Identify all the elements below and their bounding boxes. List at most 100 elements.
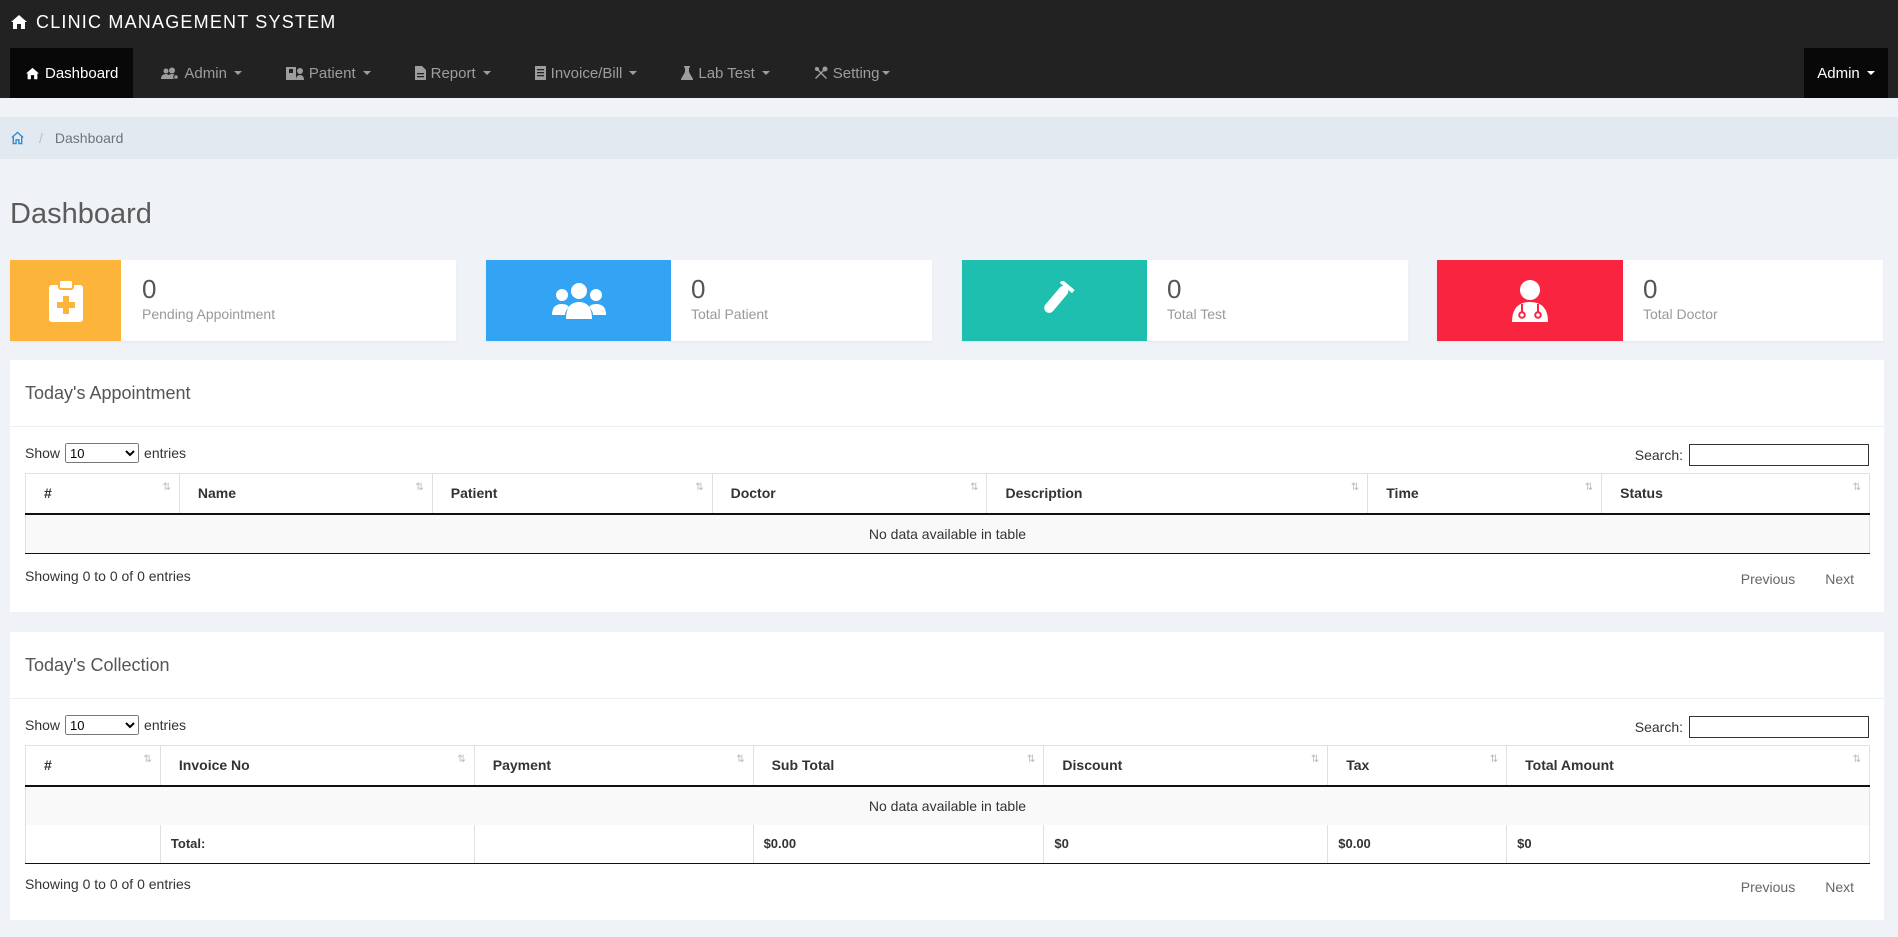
card-icon-box (1437, 260, 1623, 341)
appointments-page-size: Show 10 entries (25, 443, 186, 463)
main-nav: Dashboard Admin Patient Report Invoice/B… (10, 48, 916, 98)
sort-icon: ⇅ (1852, 482, 1861, 493)
nav-lab-test[interactable]: Lab Test (663, 48, 787, 98)
nav-invoice[interactable]: Invoice/Bill (517, 48, 656, 98)
tools-icon (814, 66, 828, 79)
nav-setting[interactable]: Setting (796, 48, 908, 98)
users-icon (551, 282, 606, 319)
appointments-title: Today's Appointment (25, 383, 191, 403)
previous-button[interactable]: Previous (1726, 879, 1810, 895)
search-label: Search: (1634, 719, 1683, 735)
breadcrumb-home[interactable] (10, 131, 25, 145)
user-menu-label: Admin (1817, 64, 1860, 82)
table-row: No data available in table (25, 785, 1870, 825)
column-header-tax[interactable]: Tax ⇅ (1327, 745, 1508, 787)
nav-admin-label: Admin (184, 64, 227, 82)
nav-lab-test-label: Lab Test (698, 64, 755, 82)
card-total-doctor[interactable]: 0 Total Doctor (1437, 260, 1883, 341)
show-label: Show (25, 445, 61, 461)
page-size-select[interactable]: 10 (65, 715, 140, 735)
card-label: Total Patient (691, 306, 769, 322)
table-header-row: # ⇅ Name ⇅ Patient ⇅ Doctor ⇅ Description ⇅ T… (25, 473, 1870, 515)
chevron-down-icon (482, 71, 491, 75)
column-header-total-amount[interactable]: Total Amount ⇅ (1506, 745, 1870, 787)
collection-search: Search: (1635, 716, 1869, 738)
top-navbar: CLINIC MANAGEMENT SYSTEM Dashboard Admin… (0, 0, 1898, 98)
sort-icon: ⇅ (1310, 754, 1320, 765)
nav-report[interactable]: Report (397, 48, 509, 98)
search-input[interactable] (1689, 444, 1869, 466)
column-header-discount[interactable]: Discount ⇅ (1043, 745, 1329, 787)
appointments-table: # ⇅ Name ⇅ Patient ⇅ Doctor ⇅ Description ⇅ T… (25, 473, 1870, 554)
app-title: CLINIC MANAGEMENT SYSTEM (36, 11, 337, 32)
card-icon-box (486, 260, 671, 341)
column-header-time[interactable]: Time ⇅ (1367, 473, 1603, 515)
sort-icon: ⇅ (1584, 482, 1594, 493)
column-header-name[interactable]: Name ⇅ (178, 473, 433, 515)
breadcrumb: / Dashboard (0, 117, 1898, 159)
card-total-patient[interactable]: 0 Total Patient (486, 260, 932, 341)
home-icon (11, 15, 27, 29)
invoice-icon (534, 66, 546, 80)
chevron-down-icon (1866, 71, 1875, 75)
hospital-user-icon (285, 67, 304, 80)
card-total-test[interactable]: 0 Total Test (962, 260, 1408, 341)
entries-label: entries (144, 717, 187, 733)
syringe-icon (1043, 280, 1075, 313)
search-input[interactable] (1689, 716, 1869, 738)
entries-label: entries (144, 445, 187, 461)
column-header-sub-total[interactable]: Sub Total ⇅ (752, 745, 1045, 787)
page-title: Dashboard (10, 198, 152, 230)
card-label: Pending Appointment (142, 306, 276, 322)
sort-icon: ⇅ (1489, 754, 1499, 765)
page-size-select[interactable]: 10 (65, 443, 140, 463)
nav-dashboard-label: Dashboard (45, 64, 119, 82)
totals-discount: $0 (1043, 824, 1329, 864)
sort-icon: ⇅ (415, 482, 424, 493)
column-header-number[interactable]: # ⇅ (25, 473, 180, 515)
totals-cell-blank (25, 824, 161, 864)
app-brand[interactable]: CLINIC MANAGEMENT SYSTEM (10, 11, 337, 33)
column-header-status[interactable]: Status ⇅ (1601, 473, 1870, 515)
show-label: Show (25, 717, 61, 733)
totals-tax: $0.00 (1327, 824, 1508, 864)
column-header-patient[interactable]: Patient ⇅ (431, 473, 713, 515)
column-header-number[interactable]: # ⇅ (25, 745, 161, 787)
card-label: Total Doctor (1643, 306, 1718, 322)
nav-dashboard[interactable]: Dashboard (10, 48, 134, 98)
appointments-panel: Today's Appointment Show 10 entries Sear… (10, 360, 1884, 612)
sort-icon: ⇅ (143, 754, 152, 765)
sort-icon: ⇅ (970, 482, 979, 493)
totals-total-amount: $0 (1506, 824, 1870, 864)
nav-invoice-label: Invoice/Bill (550, 64, 623, 82)
nav-patient-label: Patient (308, 64, 356, 82)
card-value: 0 (691, 274, 706, 304)
card-value: 0 (1167, 274, 1182, 304)
sort-icon: ⇅ (695, 482, 704, 493)
collection-pagination: Previous Next (1726, 879, 1869, 895)
nav-admin[interactable]: Admin (143, 48, 260, 98)
collection-table: # ⇅ Invoice No ⇅ Payment ⇅ Sub Total ⇅ Disco… (25, 745, 1870, 864)
user-menu[interactable]: Admin (1804, 48, 1888, 98)
card-pending-appointment[interactable]: 0 Pending Appointment (10, 260, 456, 341)
totals-payment (473, 824, 754, 864)
collection-info: Showing 0 to 0 of 0 entries (25, 876, 191, 892)
sort-icon: ⇅ (736, 754, 745, 765)
appointments-info: Showing 0 to 0 of 0 entries (25, 568, 191, 584)
previous-button[interactable]: Previous (1726, 571, 1810, 587)
column-header-payment[interactable]: Payment ⇅ (473, 745, 754, 787)
sort-icon: ⇅ (1350, 482, 1360, 493)
search-label: Search: (1634, 447, 1683, 463)
home-outline-icon (11, 131, 24, 145)
next-button[interactable]: Next (1810, 879, 1869, 895)
next-button[interactable]: Next (1810, 571, 1869, 587)
column-header-invoice-no[interactable]: Invoice No ⇅ (159, 745, 475, 787)
clipboard-medical-icon (48, 279, 83, 322)
column-header-description[interactable]: Description ⇅ (986, 473, 1369, 515)
totals-label: Total: (159, 824, 475, 864)
sort-icon: ⇅ (1852, 754, 1861, 765)
nav-patient[interactable]: Patient (268, 48, 389, 98)
chevron-down-icon (233, 71, 242, 75)
totals-row: Total: $0.00 $0 $0.00 $0 (25, 824, 1870, 864)
column-header-doctor[interactable]: Doctor ⇅ (711, 473, 988, 515)
